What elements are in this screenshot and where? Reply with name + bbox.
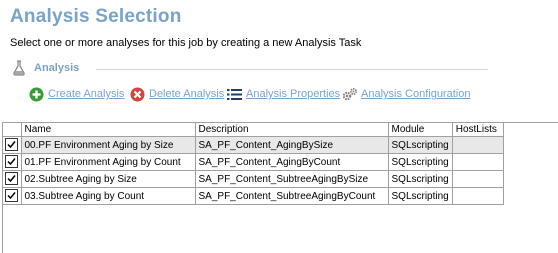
column-header-check[interactable] (3, 123, 22, 137)
table-header-row: Name Description Module HostLists (3, 123, 504, 137)
page-title: Analysis Selection (10, 6, 182, 27)
create-analysis-label: Create Analysis (48, 88, 125, 100)
cell-description: SA_PF_Content_AgingBySize (195, 136, 389, 154)
cell-hostlists (452, 153, 504, 171)
analysis-grid: Name Description Module HostLists 00.PF … (2, 122, 558, 253)
cell-hostlists (452, 170, 504, 188)
cell-name: 02.Subtree Aging by Size (21, 170, 196, 188)
flask-icon (12, 60, 26, 76)
column-header-name[interactable]: Name (21, 123, 196, 137)
section-label: Analysis (34, 62, 80, 74)
list-icon (227, 87, 242, 102)
column-header-hostlists[interactable]: HostLists (452, 123, 504, 137)
checkmark-icon (7, 192, 16, 200)
section-divider (96, 69, 488, 70)
cell-description: SA_PF_Content_SubtreeAgingByCount (195, 187, 389, 205)
cell-description: SA_PF_Content_AgingByCount (195, 153, 389, 171)
checkmark-icon (7, 141, 16, 149)
row-checkbox-cell[interactable] (3, 187, 22, 205)
cell-hostlists (452, 187, 504, 205)
cell-name: 00.PF Environment Aging by Size (21, 136, 196, 154)
table-row[interactable]: 03.Subtree Aging by Count SA_PF_Content_… (3, 187, 504, 205)
table-row[interactable]: 02.Subtree Aging by Size SA_PF_Content_S… (3, 170, 504, 188)
row-checkbox-cell[interactable] (3, 170, 22, 188)
delete-x-icon (130, 87, 145, 102)
cell-description: SA_PF_Content_SubtreeAgingBySize (195, 170, 389, 188)
row-checkbox-cell[interactable] (3, 153, 22, 171)
cell-module: SQLscripting (388, 153, 453, 171)
cell-module: SQLscripting (388, 170, 453, 188)
analysis-properties-label: Analysis Properties (246, 88, 341, 100)
analysis-configuration-label: Analysis Configuration (361, 88, 471, 100)
cell-hostlists (452, 136, 504, 154)
checkbox[interactable] (5, 172, 19, 185)
checkbox[interactable] (5, 138, 19, 151)
cell-name: 03.Subtree Aging by Count (21, 187, 196, 205)
delete-analysis-label: Delete Analysis (149, 88, 225, 100)
cell-name: 01.PF Environment Aging by Count (21, 153, 196, 171)
column-header-module[interactable]: Module (388, 123, 453, 137)
analysis-table: Name Description Module HostLists 00.PF … (3, 123, 504, 205)
page-subtitle: Select one or more analyses for this job… (10, 37, 362, 49)
row-checkbox-cell[interactable] (3, 136, 22, 154)
checkbox[interactable] (5, 189, 19, 202)
table-row[interactable]: 00.PF Environment Aging by Size SA_PF_Co… (3, 136, 504, 154)
checkbox[interactable] (5, 155, 19, 168)
analysis-section-header: Analysis (12, 60, 488, 76)
checkmark-icon (7, 175, 16, 183)
column-header-description[interactable]: Description (195, 123, 389, 137)
cell-module: SQLscripting (388, 136, 453, 154)
cell-module: SQLscripting (388, 187, 453, 205)
plus-circle-icon (29, 87, 44, 102)
gears-icon (342, 87, 357, 102)
table-row[interactable]: 01.PF Environment Aging by Count SA_PF_C… (3, 153, 504, 171)
checkmark-icon (7, 158, 16, 166)
